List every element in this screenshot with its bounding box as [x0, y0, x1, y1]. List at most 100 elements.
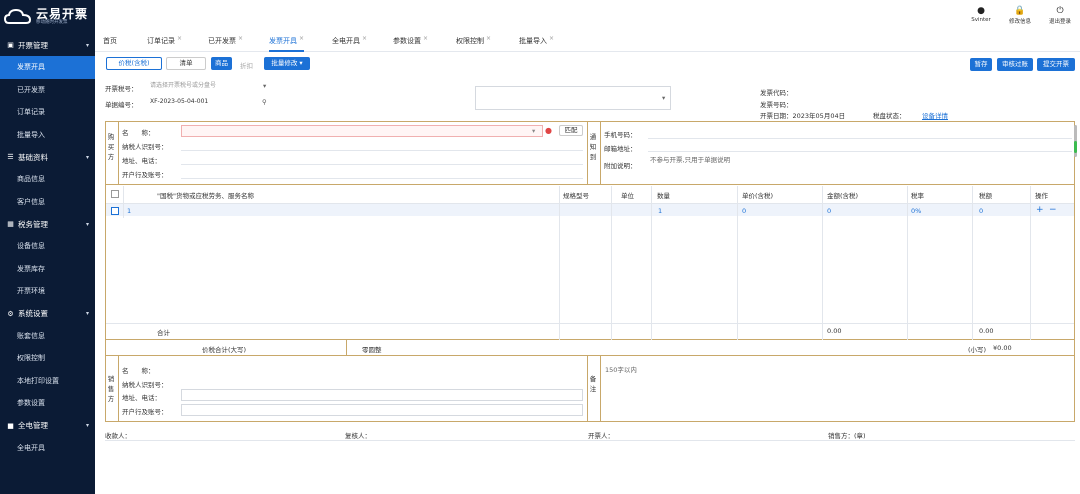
search-icon[interactable]: ⚲	[262, 98, 267, 106]
column-header: 单位	[621, 192, 634, 200]
caret-down-icon: ▾	[299, 59, 303, 67]
sidebar-group[interactable]: ▦ 税务管理 ▾	[0, 213, 95, 235]
buyer-addr-label: 地址、电话：	[122, 157, 161, 165]
tab[interactable]: 已开发票 ×	[208, 34, 243, 52]
review-button[interactable]: 审核过账	[997, 58, 1033, 71]
device-status-link[interactable]: 设备详情	[922, 110, 948, 120]
tab[interactable]: 权限控制 ×	[456, 34, 491, 52]
sidebar-item[interactable]: 发票库存	[0, 258, 95, 281]
tax-icon: ▦	[7, 220, 14, 228]
small-label: (小写)	[968, 346, 987, 354]
remark-title: 备注	[589, 375, 597, 393]
sidebar-group-label: 税务管理	[18, 219, 48, 229]
row-checkbox[interactable]	[111, 207, 119, 215]
doc-number-input[interactable]: XF-2023-05-04-001	[147, 97, 273, 109]
close-icon[interactable]: ×	[423, 35, 428, 42]
invoice-form: 价税(含税) 清单 商品 折扣 批量修改 ▾ 暂存 审核过账 提交开票 开票税号…	[95, 52, 1080, 494]
sidebar-group[interactable]: ⚙ 系统设置 ▾	[0, 303, 95, 325]
close-icon[interactable]: ×	[486, 35, 491, 42]
sidebar-item[interactable]: 账套信息	[0, 325, 95, 348]
caps-value: 零圆整	[362, 346, 382, 354]
reviewer-label: 复核人：	[345, 432, 371, 440]
close-icon[interactable]: ×	[549, 35, 554, 42]
close-icon[interactable]: ×	[299, 35, 304, 42]
buyer-name-input[interactable]	[181, 125, 543, 137]
drawer-label: 开票人：	[588, 432, 614, 440]
buyer-name-label: 名 称：	[122, 129, 155, 137]
discount-button[interactable]: 折扣	[240, 60, 253, 70]
notify-email-label: 邮箱地址：	[604, 145, 637, 153]
column-header: 规格型号	[563, 192, 589, 200]
sidebar-item[interactable]: 已开发票	[0, 79, 95, 102]
sidebar-group[interactable]: ■ 全电管理 ▾	[0, 415, 95, 437]
logout-button[interactable]: ⏻ 退出登录	[1043, 6, 1077, 25]
row-price[interactable]: 0	[742, 207, 746, 215]
sidebar-item[interactable]: 权限控制	[0, 347, 95, 370]
sidebar-item[interactable]: 本地打印设置	[0, 370, 95, 393]
close-icon[interactable]: ×	[362, 35, 367, 42]
remark-placeholder[interactable]: 150字以内	[605, 364, 637, 374]
save-draft-button[interactable]: 暂存	[970, 58, 992, 71]
caps-label: 价税合计(大写)	[202, 346, 247, 354]
match-button[interactable]: 匹配	[559, 125, 583, 136]
sidebar-item[interactable]: 设备信息	[0, 235, 95, 258]
tab[interactable]: 全电开具 ×	[332, 34, 367, 52]
column-header: "国税"货物或应税劳务、服务名称	[157, 192, 254, 200]
row-tax: 0	[979, 207, 984, 215]
payee-label: 收款人：	[105, 432, 131, 440]
close-icon[interactable]: ×	[238, 35, 243, 42]
sidebar-group[interactable]: ☰ 基础资料 ▾	[0, 146, 95, 168]
seller-stamp-label: 销售方：(章)	[828, 432, 866, 440]
submit-invoice-button[interactable]: 提交开票	[1037, 58, 1075, 71]
power-icon: ⏻	[1056, 6, 1064, 16]
select-all-checkbox[interactable]	[111, 190, 119, 198]
list-button[interactable]: 清单	[166, 57, 206, 70]
tab[interactable]: 发票开具 ×	[269, 34, 305, 52]
chevron-down-icon: ▾	[263, 82, 267, 90]
row-quantity[interactable]: 1	[658, 207, 662, 215]
sidebar-item[interactable]: 参数设置	[0, 392, 95, 415]
tab-label: 权限控制	[456, 37, 484, 45]
user-button[interactable]: ● Svinter	[964, 6, 998, 23]
sidebar-group-label: 基础资料	[18, 152, 48, 162]
row-number: 1	[127, 207, 132, 215]
sidebar-item[interactable]: 发票开具	[0, 56, 95, 79]
sidebar-group-label: 全电管理	[18, 421, 48, 430]
sidebar-item[interactable]: 客户信息	[0, 191, 95, 214]
seller-addr-input[interactable]	[181, 389, 583, 401]
seller-taxid-label: 纳税人识别号：	[122, 381, 168, 389]
sidebar-item[interactable]: 订单记录	[0, 101, 95, 124]
seller-bank-input[interactable]	[181, 404, 583, 416]
remove-row-icon[interactable]: −	[1049, 205, 1057, 215]
column-header: 税额	[979, 192, 992, 200]
user-name: Svinter	[971, 17, 991, 23]
sidebar-item[interactable]: 开票环境	[0, 280, 95, 303]
tab[interactable]: 首页	[103, 34, 117, 52]
caret-down-icon: ▾	[85, 422, 89, 429]
scrollbar-thumb[interactable]	[1074, 141, 1077, 153]
add-row-icon[interactable]: +	[1036, 205, 1044, 215]
row-rate[interactable]: 0%	[911, 207, 921, 215]
notify-extra-label: 附加说明：	[604, 162, 637, 170]
sidebar-item[interactable]: 全电开具	[0, 437, 95, 460]
notify-extra-value: 不参与开票,只用于单据说明	[650, 156, 731, 164]
tab[interactable]: 批量导入 ×	[519, 34, 554, 52]
row-amount[interactable]: 0	[827, 207, 831, 215]
small-value: ¥0.00	[993, 344, 1012, 352]
close-icon[interactable]: ×	[177, 35, 182, 42]
invoice-type-select[interactable]	[475, 86, 671, 110]
tab[interactable]: 参数设置 ×	[393, 34, 428, 52]
tab[interactable]: 订单记录 ×	[147, 34, 182, 52]
edit-info-button[interactable]: 🔒 修改信息	[1003, 6, 1037, 25]
caret-down-icon: ▾	[85, 41, 89, 49]
column-header: 数量	[657, 192, 670, 200]
device-select[interactable]: 请选择开票税号或分盘号	[147, 81, 273, 93]
buyer-taxid-label: 纳税人识别号：	[122, 143, 168, 151]
price-tax-button[interactable]: 价税(含税)	[106, 57, 162, 70]
notify-title: 通知到	[589, 133, 597, 161]
sidebar-item[interactable]: 批量导入	[0, 124, 95, 147]
product-button[interactable]: 商品	[211, 57, 232, 70]
batch-edit-button[interactable]: 批量修改 ▾	[264, 57, 310, 70]
sidebar-item[interactable]: 商品信息	[0, 168, 95, 191]
sidebar-group[interactable]: ▣ 开票管理 ▾	[0, 34, 95, 56]
